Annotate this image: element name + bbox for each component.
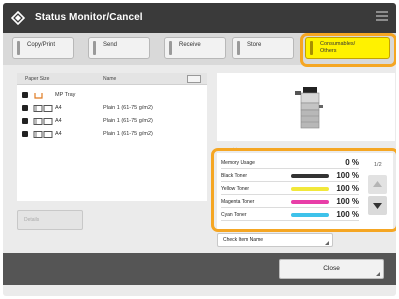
check-item-name-button[interactable]: Check Item Name xyxy=(217,233,333,247)
tab-send[interactable]: Send xyxy=(88,37,150,59)
paper-drawer-icon xyxy=(33,131,53,138)
paper-size: MP Tray xyxy=(55,92,76,98)
status-monitor-screen: Status Monitor/Cancel Copy/Print Send Re… xyxy=(3,3,396,296)
paper-drawer-icon xyxy=(33,118,53,125)
tab-focus-highlight xyxy=(300,33,396,67)
list-view-icon[interactable] xyxy=(187,75,201,83)
paper-drawer-icon xyxy=(33,105,53,112)
menu-icon[interactable] xyxy=(376,9,388,25)
title-bar: Status Monitor/Cancel xyxy=(3,3,396,33)
paper-name: Plain 1 (61-75 g/m2) xyxy=(103,118,153,124)
consumables-focus-highlight xyxy=(211,148,396,232)
tab-copy-print[interactable]: Copy/Print xyxy=(12,37,74,59)
check-item-name-label: Check Item Name xyxy=(223,237,264,243)
tab-label: Send xyxy=(103,42,118,48)
tab-label: Store xyxy=(247,42,262,48)
status-monitor-icon xyxy=(11,11,25,25)
list-item[interactable]: A4 Plain 1 (61-75 g/m2) xyxy=(17,115,207,128)
tab-receive[interactable]: Receive xyxy=(164,37,226,59)
list-item[interactable]: MP Tray xyxy=(17,89,207,102)
details-button-label: Details xyxy=(24,217,40,223)
list-header: Paper Size Name xyxy=(17,73,207,85)
window-title: Status Monitor/Cancel xyxy=(35,12,143,23)
paper-source-list: Paper Size Name MP Tray A4 Plain 1 (61-7… xyxy=(17,73,207,201)
corner-arrow-icon xyxy=(376,272,380,276)
corner-arrow-icon xyxy=(325,241,329,245)
bottom-bar: Close xyxy=(3,253,396,285)
list-item[interactable]: A4 Plain 1 (61-75 g/m2) xyxy=(17,102,207,115)
printer-device-icon xyxy=(295,87,323,129)
paper-size: A4 xyxy=(55,131,62,137)
column-paper-size: Paper Size xyxy=(25,76,50,82)
drawer-number-icon xyxy=(22,105,28,111)
paper-name: Plain 1 (61-75 g/m2) xyxy=(103,131,153,137)
tab-label: Copy/Print xyxy=(27,42,56,48)
device-image-panel xyxy=(217,73,395,141)
drawer-number-icon xyxy=(22,118,28,124)
list-item[interactable]: A4 Plain 1 (61-75 g/m2) xyxy=(17,128,207,141)
column-name: Name xyxy=(103,76,117,82)
paper-name: Plain 1 (61-75 g/m2) xyxy=(103,105,153,111)
drawer-number-icon xyxy=(22,92,28,98)
drawer-number-icon xyxy=(22,131,28,137)
details-button[interactable]: Details xyxy=(17,210,83,230)
close-button-label: Close xyxy=(323,265,340,272)
tab-store[interactable]: Store xyxy=(232,37,294,59)
tab-label: Receive xyxy=(179,42,201,48)
paper-size: A4 xyxy=(55,105,62,111)
paper-size: A4 xyxy=(55,118,62,124)
mp-tray-icon xyxy=(34,93,43,99)
close-button[interactable]: Close xyxy=(279,259,384,279)
